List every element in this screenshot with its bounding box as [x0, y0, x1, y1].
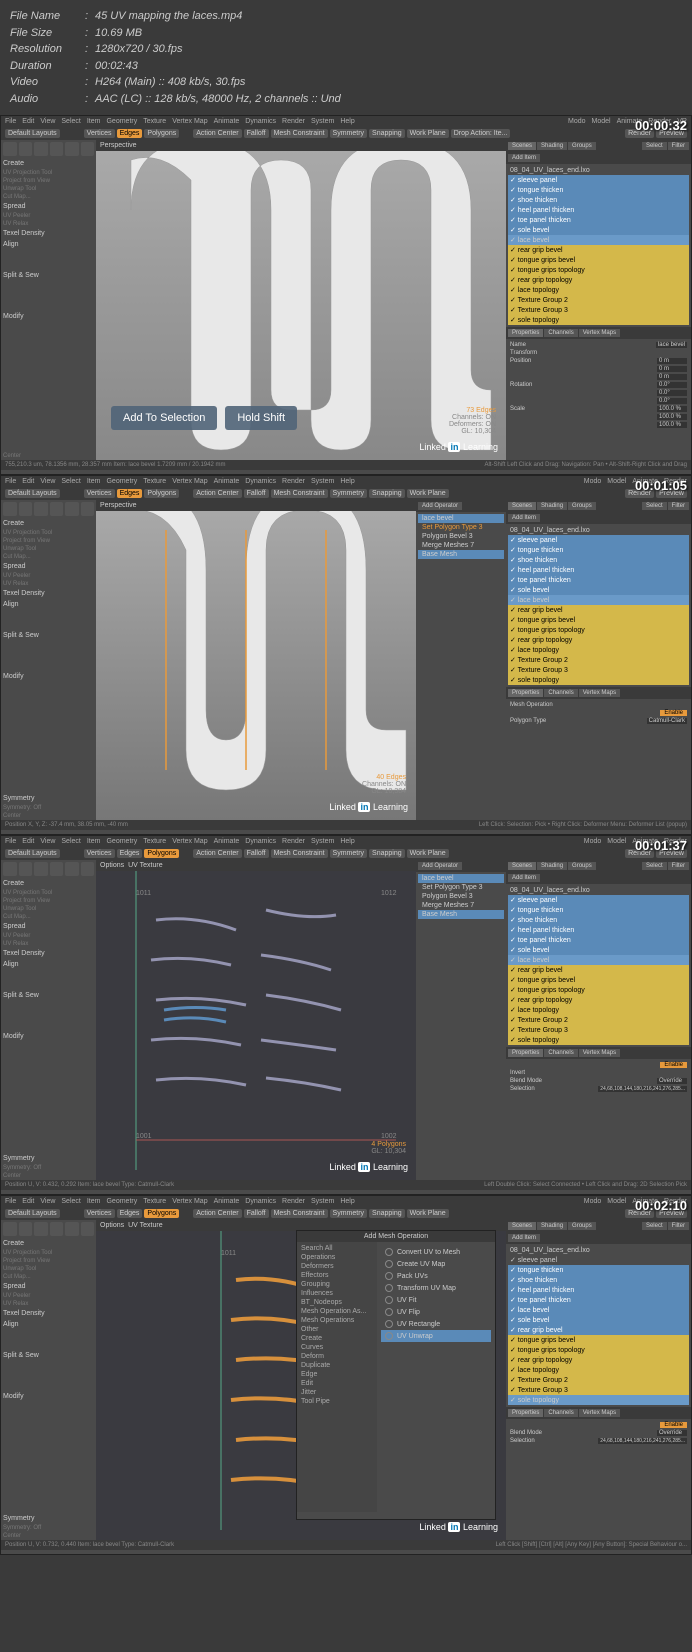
tree-item[interactable]: ✓ toe panel thicken — [508, 215, 689, 225]
uv-viewport[interactable]: OptionsUV Texture 1011 1012 1001 1002 — [96, 860, 416, 1180]
tree-item[interactable]: ✓ shoe thicken — [508, 555, 689, 565]
tree-item[interactable]: ✓ Texture Group 2 — [508, 655, 689, 665]
linkedin-logo: Linked in Learning — [419, 442, 498, 452]
tree-item[interactable]: ✓ Texture Group 3 — [508, 1025, 689, 1035]
tree-item[interactable]: ✓ sleeve panel — [508, 1255, 689, 1265]
tree-item[interactable]: ✓ tongue grips topology — [508, 265, 689, 275]
tree-item[interactable]: ✓ heel panel thicken — [508, 565, 689, 575]
tree-item[interactable]: ✓ heel panel thicken — [508, 925, 689, 935]
viewport-3d[interactable]: Perspective Add To Selection Hold Shift … — [96, 140, 506, 460]
tree-item[interactable]: ✓ Texture Group 2 — [508, 1375, 689, 1385]
tree-item[interactable]: ✓ tongue thicken — [508, 905, 689, 915]
tree-item[interactable]: ✓ sole topology — [508, 1035, 689, 1045]
tree-item[interactable]: ✓ lace bevel — [508, 595, 689, 605]
edges-mode[interactable]: Edges — [117, 129, 143, 138]
screenshot-4: 00:02:10 FileEditViewSelectItemGeometryT… — [0, 1195, 692, 1555]
screenshot-1: 00:00:32 FileEditViewSelectItemGeometryT… — [0, 115, 692, 475]
tree-item[interactable]: ✓ tongue grips bevel — [508, 975, 689, 985]
tree-item[interactable]: ✓ lace bevel — [508, 235, 689, 245]
left-panel[interactable]: Create UV Projection Tool Project from V… — [1, 140, 96, 460]
tree-item[interactable]: ✓ tongue grips topology — [508, 625, 689, 635]
tree-item[interactable]: ✓ toe panel thicken — [508, 575, 689, 585]
tree-item[interactable]: ✓ shoe thicken — [508, 915, 689, 925]
tree-item[interactable]: ✓ toe panel thicken — [508, 935, 689, 945]
svg-text:1002: 1002 — [381, 1133, 397, 1140]
right-panel[interactable]: ScenesShadingGroupsSelectFilter Add Item… — [506, 140, 691, 460]
tree-item[interactable]: ✓ sleeve panel — [508, 895, 689, 905]
tree-item[interactable]: ✓ rear grip topology — [508, 995, 689, 1005]
tree-item[interactable]: ✓ lace bevel — [508, 1305, 689, 1315]
main-toolbar[interactable]: Default Layouts Vertices Edges Polygons … — [1, 127, 691, 140]
polygons-mode[interactable]: Polygons — [144, 129, 179, 138]
tree-item[interactable]: ✓ sleeve panel — [508, 175, 689, 185]
tree-item[interactable]: ✓ tongue grips bevel — [508, 255, 689, 265]
svg-text:1012: 1012 — [381, 890, 397, 897]
svg-text:1001: 1001 — [136, 1133, 152, 1140]
tree-item[interactable]: ✓ shoe thicken — [508, 195, 689, 205]
tree-item[interactable]: ✓ Texture Group 3 — [508, 305, 689, 315]
tree-item[interactable]: ✓ sole topology — [508, 315, 689, 325]
tree-item[interactable]: ✓ lace topology — [508, 1365, 689, 1375]
tree-item[interactable]: ✓ toe panel thicken — [508, 1295, 689, 1305]
operator-panel[interactable]: Add Operator lace bevel Set Polygon Type… — [416, 500, 506, 820]
tree-item[interactable]: ✓ sole bevel — [508, 945, 689, 955]
tree-item[interactable]: ✓ lace topology — [508, 645, 689, 655]
tree-item[interactable]: ✓ Texture Group 3 — [508, 1385, 689, 1395]
tree-item[interactable]: ✓ sleeve panel — [508, 535, 689, 545]
menubar[interactable]: FileEditViewSelectItemGeometryTextureVer… — [1, 116, 691, 127]
tree-item[interactable]: ✓ tongue grips topology — [508, 985, 689, 995]
vertices-mode[interactable]: Vertices — [84, 129, 115, 138]
tree-item[interactable]: ✓ Texture Group 2 — [508, 295, 689, 305]
tree-item[interactable]: ✓ sole bevel — [508, 225, 689, 235]
tree-item[interactable]: ✓ rear grip bevel — [508, 965, 689, 975]
screenshot-3: 00:01:37 FileEditViewSelectItemGeometryT… — [0, 835, 692, 1195]
svg-text:1011: 1011 — [136, 890, 151, 897]
tree-item[interactable]: ✓ tongue grips topology — [508, 1345, 689, 1355]
tree-item[interactable]: ✓ rear grip bevel — [508, 1325, 689, 1335]
tree-item[interactable]: ✓ sole topology — [508, 1395, 689, 1405]
tree-item[interactable]: ✓ rear grip bevel — [508, 605, 689, 615]
tree-item[interactable]: ✓ sole bevel — [508, 585, 689, 595]
tree-item[interactable]: ✓ tongue thicken — [508, 1265, 689, 1275]
tree-item[interactable]: ✓ tongue thicken — [508, 545, 689, 555]
add-mesh-op-dialog[interactable]: Add Mesh Operation Search All Operations… — [296, 1230, 496, 1520]
tree-item[interactable]: ✓ rear grip topology — [508, 275, 689, 285]
tree-item[interactable]: ✓ tongue grips bevel — [508, 615, 689, 625]
tree-item[interactable]: ✓ shoe thicken — [508, 1275, 689, 1285]
tree-item[interactable]: ✓ heel panel thicken — [508, 205, 689, 215]
tree-item[interactable]: ✓ rear grip bevel — [508, 245, 689, 255]
timestamp: 00:00:32 — [635, 118, 687, 133]
tree-item[interactable]: ✓ heel panel thicken — [508, 1285, 689, 1295]
tree-item[interactable]: ✓ sole bevel — [508, 1315, 689, 1325]
tree-item[interactable]: ✓ Texture Group 3 — [508, 665, 689, 675]
file-info: File Name:45 UV mapping the laces.mp4 Fi… — [0, 0, 692, 115]
tree-item[interactable]: ✓ lace topology — [508, 285, 689, 295]
tree-item[interactable]: ✓ tongue grips bevel — [508, 1335, 689, 1345]
tree-item[interactable]: ✓ sole topology — [508, 675, 689, 685]
tree-item[interactable]: ✓ rear grip topology — [508, 1355, 689, 1365]
viewport-info: 73 Edges Channels: ON Deformers: ON GL: … — [449, 407, 496, 435]
screenshot-2: 00:01:05 FileEditViewSelectItemGeometryT… — [0, 475, 692, 835]
tree-item[interactable]: ✓ rear grip topology — [508, 635, 689, 645]
tree-item[interactable]: ✓ lace bevel — [508, 955, 689, 965]
svg-text:1011: 1011 — [221, 1250, 236, 1257]
tree-item[interactable]: ✓ tongue thicken — [508, 185, 689, 195]
tree-item[interactable]: ✓ Texture Group 2 — [508, 1015, 689, 1025]
hint-overlay: Add To Selection Hold Shift — [111, 406, 297, 430]
scene-tree[interactable]: 08_04_UV_laces_end.lxo ✓ sleeve panel ✓ … — [506, 164, 691, 327]
tree-item[interactable]: ✓ lace topology — [508, 1005, 689, 1015]
